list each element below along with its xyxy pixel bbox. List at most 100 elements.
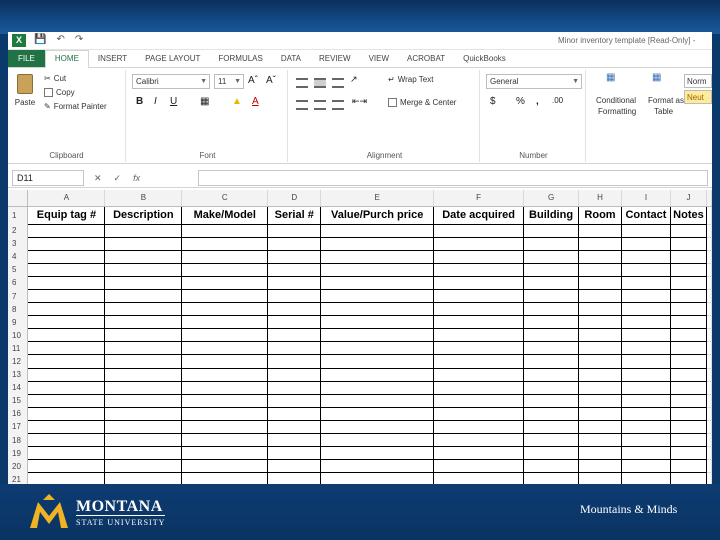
column-header[interactable]: H: [578, 190, 622, 207]
cancel-icon[interactable]: ✕: [94, 170, 102, 186]
cell[interactable]: [181, 263, 269, 277]
tab-page-layout[interactable]: PAGE LAYOUT: [136, 50, 209, 67]
cell[interactable]: [267, 420, 322, 435]
row-header[interactable]: 8: [8, 302, 29, 316]
header-cell[interactable]: Value/Purch price: [320, 205, 435, 225]
cell[interactable]: [706, 250, 712, 264]
bottom-align-icon[interactable]: [332, 78, 344, 88]
cell[interactable]: [523, 224, 580, 238]
cell[interactable]: [706, 381, 712, 395]
cell[interactable]: [267, 368, 322, 382]
header-cell[interactable]: Description: [104, 205, 183, 225]
cell[interactable]: [523, 328, 580, 343]
conditional-formatting-label[interactable]: Conditional: [596, 96, 636, 105]
cell[interactable]: [433, 315, 525, 330]
cell[interactable]: [621, 472, 671, 484]
row-header[interactable]: 6: [8, 276, 29, 290]
cell[interactable]: [433, 394, 525, 408]
cell[interactable]: [181, 341, 269, 356]
top-align-icon[interactable]: [296, 78, 308, 88]
cell[interactable]: [104, 276, 183, 290]
cell[interactable]: [181, 302, 269, 317]
cell[interactable]: [267, 341, 322, 356]
cell[interactable]: [621, 407, 671, 421]
cell[interactable]: [523, 237, 580, 251]
cell[interactable]: [706, 407, 712, 421]
cell[interactable]: [181, 250, 269, 264]
function-icon[interactable]: fx: [133, 170, 140, 186]
cell[interactable]: [433, 407, 525, 421]
tab-acrobat[interactable]: ACROBAT: [398, 50, 454, 67]
cell[interactable]: [181, 276, 269, 290]
cell[interactable]: [433, 420, 525, 435]
cell[interactable]: [27, 407, 106, 421]
cell[interactable]: [621, 354, 671, 369]
align-center-icon[interactable]: [314, 100, 326, 110]
header-cell[interactable]: Make/Model: [181, 205, 269, 225]
cell[interactable]: [670, 407, 707, 421]
cell[interactable]: [27, 446, 106, 461]
cell[interactable]: [523, 276, 580, 290]
cell[interactable]: [621, 237, 671, 251]
percent-button[interactable]: %: [516, 96, 525, 107]
cell[interactable]: [523, 381, 580, 395]
cell[interactable]: [320, 420, 435, 435]
cell[interactable]: [181, 394, 269, 408]
cell[interactable]: [578, 263, 622, 277]
cell[interactable]: [706, 328, 712, 343]
cell[interactable]: [320, 472, 435, 484]
cell[interactable]: [433, 368, 525, 382]
cell[interactable]: [267, 459, 322, 474]
cell[interactable]: [267, 224, 322, 238]
cell[interactable]: [267, 302, 322, 317]
header-cell[interactable]: Notes: [670, 205, 707, 225]
cell[interactable]: [523, 433, 580, 448]
cell[interactable]: [104, 224, 183, 238]
header-cell[interactable]: Building: [523, 205, 580, 225]
cell[interactable]: [320, 263, 435, 277]
cell[interactable]: [706, 420, 712, 435]
style-normal[interactable]: Norm: [684, 74, 712, 88]
header-cell[interactable]: Contact: [621, 205, 671, 225]
borders-icon[interactable]: ▦: [200, 96, 209, 107]
cell[interactable]: [104, 354, 183, 369]
cell[interactable]: [320, 224, 435, 238]
header-cell[interactable]: Date acquired: [433, 205, 525, 225]
cell[interactable]: [27, 276, 106, 290]
font-size-select[interactable]: 11 ▼: [214, 74, 244, 89]
cell[interactable]: [621, 224, 671, 238]
number-format-select[interactable]: General ▼: [486, 74, 582, 89]
column-header[interactable]: D: [267, 190, 322, 207]
column-header[interactable]: F: [433, 190, 525, 207]
cell[interactable]: [706, 368, 712, 382]
row-header[interactable]: 14: [8, 381, 29, 395]
column-header[interactable]: B: [104, 190, 183, 207]
cell[interactable]: [523, 302, 580, 317]
cell[interactable]: [670, 263, 707, 277]
cell[interactable]: [267, 263, 322, 277]
cell[interactable]: [523, 354, 580, 369]
cell[interactable]: [27, 315, 106, 330]
cell[interactable]: [320, 446, 435, 461]
cell[interactable]: [523, 368, 580, 382]
cell[interactable]: [433, 433, 525, 448]
cell[interactable]: [706, 263, 712, 277]
cell[interactable]: [523, 289, 580, 304]
cell[interactable]: [578, 433, 622, 448]
cell[interactable]: [706, 341, 712, 356]
cell[interactable]: [104, 315, 183, 330]
select-all-corner[interactable]: [8, 190, 29, 207]
tab-view[interactable]: VIEW: [360, 50, 398, 67]
cell[interactable]: [181, 381, 269, 395]
tab-file[interactable]: FILE: [8, 50, 45, 67]
cell[interactable]: [320, 381, 435, 395]
grow-font-icon[interactable]: Aˆ: [248, 75, 258, 86]
row-header[interactable]: 11: [8, 341, 29, 355]
cell[interactable]: [706, 472, 712, 484]
cell[interactable]: [27, 341, 106, 356]
cell[interactable]: [104, 394, 183, 408]
cell[interactable]: [320, 237, 435, 251]
cell[interactable]: [433, 328, 525, 343]
cell[interactable]: [578, 341, 622, 356]
cell[interactable]: [320, 459, 435, 474]
